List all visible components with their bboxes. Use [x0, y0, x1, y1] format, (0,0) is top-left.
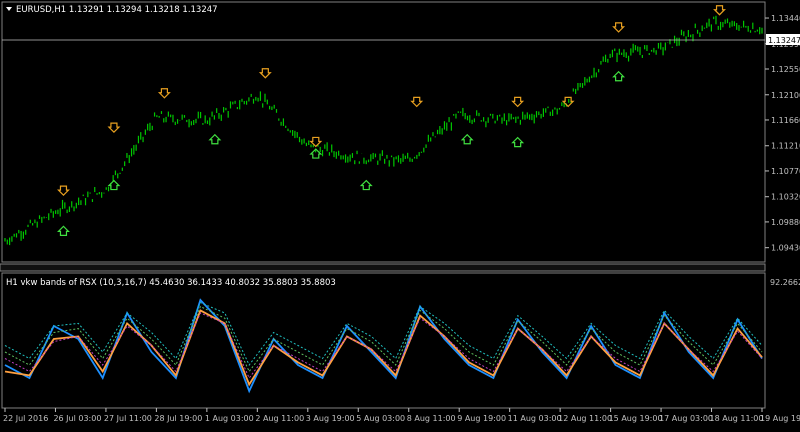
buy-signal-arrow-icon	[57, 225, 70, 236]
panel-splitter[interactable]	[0, 263, 766, 272]
time-tick-label: 22 Jul 2016	[3, 414, 48, 423]
time-tick-label: 28 Jul 19:00	[154, 414, 202, 423]
sell-signal-arrow-icon	[713, 5, 726, 16]
time-tick-label: 1 Aug 03:00	[205, 414, 254, 423]
time-tick-label: 27 Jul 11:00	[104, 414, 152, 423]
buy-signal-arrow-icon	[107, 179, 121, 191]
indicator-chart-layer	[4, 298, 763, 394]
price-scale[interactable]: 1.134401.129901.125501.121001.116601.112…	[765, 14, 800, 253]
sell-signal-arrow-icon	[57, 185, 70, 196]
price-tick-label: 1.11660	[771, 116, 800, 125]
price-tick-label: 1.13440	[771, 14, 800, 23]
buy-signal-arrow-icon	[612, 70, 626, 82]
time-tick-label: 2 Aug 11:00	[255, 414, 304, 423]
sell-signal-arrow-icon	[107, 122, 121, 133]
price-tick-label: 1.10320	[771, 193, 800, 202]
sell-signal-arrow-icon	[258, 68, 272, 79]
time-tick-label: 15 Aug 19:00	[609, 414, 663, 423]
time-tick-label: 11 Aug 03:00	[508, 414, 562, 423]
time-tick-label: 5 Aug 03:00	[356, 414, 405, 423]
time-tick-label: 3 Aug 19:00	[306, 414, 355, 423]
sell-signal-arrow-icon	[612, 22, 626, 33]
time-tick-label: 8 Aug 11:00	[407, 414, 456, 423]
sell-signal-arrow-icon	[309, 136, 323, 148]
price-tick-label: 1.12550	[771, 65, 800, 74]
buy-signal-arrow-icon	[460, 133, 474, 145]
main-panel-title: EURUSD,H1 1.13291 1.13294 1.13218 1.1324…	[16, 5, 218, 15]
sell-signal-arrow-icon	[511, 96, 525, 108]
indicator-scale[interactable]: 92.2662	[770, 278, 800, 287]
time-tick-label: 19 Aug 19:00	[760, 414, 800, 423]
main-panel-frame	[1, 1, 766, 263]
price-tick-label: 1.12100	[771, 91, 800, 100]
current-price-label: 1.13247	[768, 36, 800, 45]
rsx-fast-line	[4, 298, 763, 394]
symbol-dropdown-icon[interactable]	[6, 7, 12, 11]
price-tick-label: 1.10770	[771, 167, 800, 176]
indicator-top-tick: 92.2662	[770, 278, 800, 287]
band-lower-line	[4, 312, 763, 379]
price-tick-label: 1.09430	[771, 244, 800, 253]
buy-signal-arrow-icon	[511, 136, 525, 148]
time-tick-label: 9 Aug 19:00	[457, 414, 506, 423]
main-chart-layer	[4, 5, 763, 246]
time-tick-label: 26 Jul 03:00	[53, 414, 101, 423]
time-tick-label: 18 Aug 11:00	[710, 414, 764, 423]
buy-signal-arrow-icon	[359, 179, 373, 191]
time-tick-label: 12 Aug 11:00	[558, 414, 612, 423]
chart-window[interactable]: EURUSD,H1 1.13291 1.13294 1.13218 1.1324…	[0, 0, 800, 428]
time-tick-label: 17 Aug 03:00	[659, 414, 713, 423]
sell-signal-arrow-icon	[410, 96, 424, 108]
indicator-panel-title: H1 vkw bands of RSX (10,3,16,7) 45.4630 …	[6, 278, 336, 288]
price-tick-label: 1.09880	[771, 218, 800, 227]
sell-signal-arrow-icon	[157, 88, 171, 99]
buy-signal-arrow-icon	[208, 133, 222, 145]
time-axis[interactable]: 22 Jul 2016 26 Jul 03:00 27 Jul 11:00 28 Ju…	[3, 408, 800, 423]
price-tick-label: 1.11210	[771, 142, 800, 151]
